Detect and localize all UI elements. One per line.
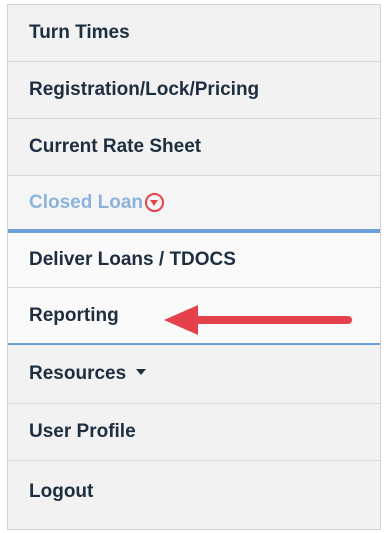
menu-item-label: Logout [29,481,94,502]
menu-item-closed-loan[interactable]: Closed Loan [8,176,380,229]
menu-item-deliver-loans-tdocs[interactable]: Deliver Loans / TDOCS [8,233,380,287]
menu-item-turn-times[interactable]: Turn Times [8,5,380,61]
menu-item-label: User Profile [29,421,136,442]
nav-menu: Turn Times Registration/Lock/Pricing Cur… [7,4,381,530]
menu-item-label: Reporting [29,304,119,326]
menu-item-user-profile[interactable]: User Profile [8,404,380,460]
chevron-down-circle-icon[interactable] [145,193,165,212]
menu-item-label: Closed Loan [29,191,144,213]
menu-item-label: Turn Times [29,22,130,43]
caret-down-icon [136,369,147,375]
menu-item-logout[interactable]: Logout [8,461,380,529]
menu-item-label: Deliver Loans / TDOCS [29,249,236,270]
red-arrow-icon [164,305,352,335]
menu-item-label: Resources [29,363,127,384]
menu-item-current-rate-sheet[interactable]: Current Rate Sheet [8,119,380,175]
menu-item-registration-lock-pricing[interactable]: Registration/Lock/Pricing [8,62,380,118]
menu-item-label: Current Rate Sheet [29,136,202,157]
menu-item-resources[interactable]: Resources [8,345,380,403]
menu-item-label: Registration/Lock/Pricing [29,79,260,100]
